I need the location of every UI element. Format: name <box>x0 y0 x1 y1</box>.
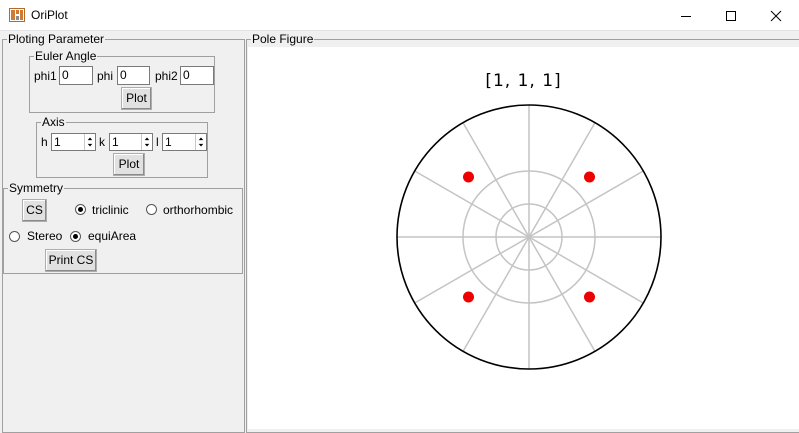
pole-point <box>584 171 595 183</box>
l-label: l <box>156 135 159 149</box>
l-value: 1 <box>165 135 172 149</box>
phi2-input[interactable]: 0 <box>180 66 214 85</box>
stereo-radio[interactable] <box>9 231 20 242</box>
phi1-input[interactable]: 0 <box>59 66 93 85</box>
pole-point <box>463 171 474 183</box>
k-label: k <box>99 135 105 149</box>
pole-figure-canvas[interactable]: [1, 1, 1] <box>248 47 799 429</box>
minimize-button[interactable] <box>663 0 709 31</box>
close-button[interactable] <box>753 0 799 31</box>
l-spin-arrows-icon[interactable] <box>195 134 206 150</box>
euler-plot-button[interactable]: Plot <box>121 87 152 110</box>
cs-button[interactable]: CS <box>22 199 47 222</box>
axis-legend: Axis <box>42 115 65 129</box>
triclinic-radio[interactable] <box>75 204 86 215</box>
maximize-button[interactable] <box>708 0 754 31</box>
pole-point <box>463 291 474 303</box>
pole-figure-plot <box>396 104 662 370</box>
ploting-parameter-legend: Ploting Parameter <box>8 32 105 46</box>
phi2-label: phi2 <box>155 69 178 83</box>
h-value: 1 <box>54 135 61 149</box>
equiarea-label: equiArea <box>88 229 137 243</box>
polar-grid <box>397 105 661 369</box>
pole-figure-legend: Pole Figure <box>252 32 314 46</box>
equiarea-radio[interactable] <box>70 231 81 242</box>
k-spinbox[interactable]: 1 <box>109 133 153 151</box>
axis-plot-button[interactable]: Plot <box>113 153 145 176</box>
phi1-label: phi1 <box>34 69 57 83</box>
close-icon <box>770 10 782 21</box>
l-spinbox[interactable]: 1 <box>162 133 207 151</box>
k-value: 1 <box>112 135 119 149</box>
title-bar: OriPlot <box>0 0 799 31</box>
symmetry-legend: Symmetry <box>9 181 63 195</box>
app-icon <box>9 8 25 22</box>
window-title: OriPlot <box>31 8 68 22</box>
phi-label: phi <box>97 69 114 83</box>
pole-point <box>584 291 595 303</box>
print-cs-button[interactable]: Print CS <box>45 249 97 272</box>
h-spin-arrows-icon[interactable] <box>84 134 95 150</box>
orthorhombic-radio[interactable] <box>146 204 157 215</box>
h-spinbox[interactable]: 1 <box>51 133 96 151</box>
triclinic-label: triclinic <box>92 203 129 217</box>
h-label: h <box>41 135 48 149</box>
stereo-label: Stereo <box>27 229 63 243</box>
phi-input[interactable]: 0 <box>117 66 150 85</box>
maximize-icon <box>726 10 736 21</box>
k-spin-arrows-icon[interactable] <box>141 134 152 150</box>
euler-angle-legend: Euler Angle <box>35 49 97 63</box>
minimize-icon <box>681 15 691 17</box>
orthorhombic-label: orthorhombic <box>163 203 234 217</box>
symmetry-group: Symmetry <box>3 182 243 274</box>
